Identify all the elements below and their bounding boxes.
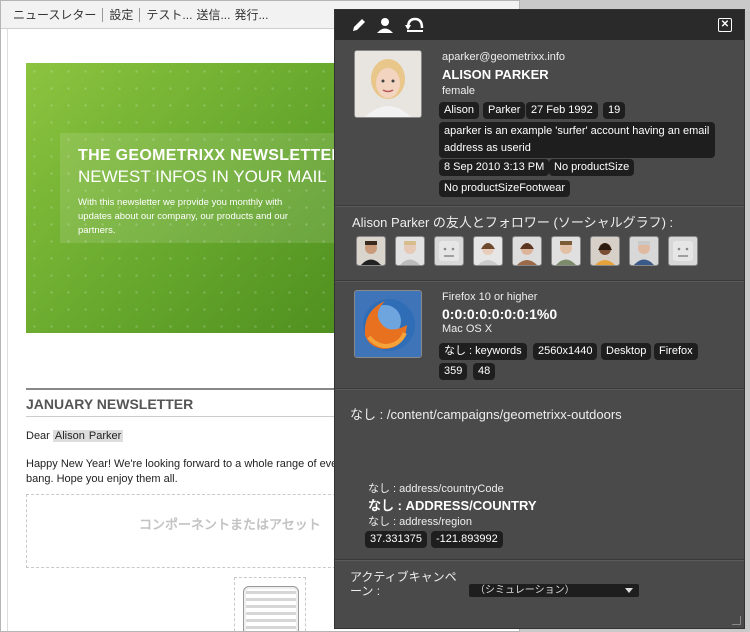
first-name-field: Alison <box>52 430 87 442</box>
banner-text: With this newsletter we provide you mont… <box>78 197 289 236</box>
publish-menu[interactable]: 発行... <box>232 6 270 23</box>
tag-date: 8 Sep 2010 3:13 PM <box>439 159 550 176</box>
chevron-down-icon <box>625 588 633 593</box>
heading-underline <box>26 416 342 417</box>
friend-avatar[interactable] <box>590 236 620 266</box>
tag-first-name: Alison <box>439 102 479 119</box>
active-campaign-label: アクティブキャンペーン : <box>350 570 457 598</box>
close-icon[interactable]: ✕ <box>718 18 732 32</box>
tag-height: 48 <box>473 363 496 380</box>
greeting[interactable]: Dear Alison Parker <box>26 430 124 442</box>
geo-country: なし : ADDRESS/COUNTRY <box>368 498 537 513</box>
browser-name: Firefox 10 or higher <box>442 291 538 303</box>
component-dropzone[interactable]: コンポーネントまたはアセット <box>26 494 356 568</box>
tag-keywords: なし : keywords <box>439 343 527 360</box>
operating-system: Mac OS X <box>442 323 493 335</box>
newsletter-menu[interactable]: ニュースレター <box>7 6 102 23</box>
dropzone-label: コンポーネントまたはアセット <box>139 517 321 532</box>
pencil-icon[interactable] <box>350 16 368 34</box>
tag-resolution: 2560x1440 <box>533 343 598 360</box>
section-divider <box>335 559 744 561</box>
campaign-select[interactable]: （シミュレーション） <box>469 584 639 597</box>
reset-icon[interactable] <box>405 16 424 34</box>
newsletter-page: THE GEOMETRIXX NEWSLETTER NEWEST INFOS I… <box>7 29 356 631</box>
campaign-select-value: （シミュレーション） <box>475 585 575 596</box>
tag-browser: Firefox <box>654 343 698 360</box>
image-placeholder[interactable] <box>234 577 306 631</box>
section-divider <box>335 388 744 390</box>
send-menu[interactable]: 送信... <box>194 6 232 23</box>
ip-address: 0:0:0:0:0:0:0:1%0 <box>442 306 558 322</box>
tag-width: 359 <box>439 363 468 380</box>
resize-grip-icon[interactable] <box>732 616 741 625</box>
banner-title: THE GEOMETRIXX NEWSLETTER <box>78 147 342 164</box>
profile-avatar <box>354 50 422 118</box>
default-avatar-icon[interactable] <box>668 236 698 266</box>
test-menu[interactable]: テスト... <box>140 6 194 23</box>
section-divider <box>335 280 744 282</box>
friend-avatar[interactable] <box>629 236 659 266</box>
tag-product-size: No productSize <box>549 159 635 176</box>
friend-avatar[interactable] <box>395 236 425 266</box>
current-page-path: なし : /content/campaigns/geometrixx-outdo… <box>350 407 622 422</box>
friend-avatar[interactable] <box>356 236 386 266</box>
profile-description: aparker is an example 'surfer' account h… <box>439 122 715 158</box>
banner-subtitle: NEWEST INFOS IN YOUR MAIL <box>78 167 327 186</box>
default-avatar-icon[interactable] <box>434 236 464 266</box>
profile-name: ALISON PARKER <box>442 67 549 82</box>
tag-birthday: 27 Feb 1992 <box>526 102 598 119</box>
newsletter-heading[interactable]: JANUARY NEWSLETTER <box>26 396 193 412</box>
geo-country-code: なし : address/countryCode <box>368 483 504 495</box>
newsletter-banner: THE GEOMETRIXX NEWSLETTER NEWEST INFOS I… <box>26 63 342 333</box>
firefox-icon <box>354 290 422 358</box>
tag-latitude: 37.331375 <box>365 531 427 548</box>
social-graph-label: Alison Parker の友人とフォロワー (ソーシャルグラフ) : <box>352 215 674 230</box>
friend-avatar[interactable] <box>473 236 503 266</box>
last-name-field: Parker <box>86 430 124 442</box>
user-icon[interactable] <box>376 16 394 34</box>
profile-gender: female <box>442 85 476 97</box>
friend-avatar[interactable] <box>551 236 581 266</box>
tag-longitude: -121.893992 <box>431 531 503 548</box>
tag-last-name: Parker <box>483 102 526 119</box>
friend-avatar[interactable] <box>512 236 542 266</box>
tag-device: Desktop <box>601 343 652 360</box>
section-divider <box>335 205 744 207</box>
tag-product-size-footwear: No productSizeFootwear <box>439 180 571 197</box>
profile-email: aparker@geometrixx.info <box>442 51 566 63</box>
greeting-word: Dear <box>26 430 50 442</box>
geo-region: なし : address/region <box>368 516 472 528</box>
newsletter-body[interactable]: Happy New Year! We're looking forward to… <box>26 457 356 487</box>
context-toolbar: ✕ <box>335 10 744 40</box>
heading-rule <box>26 388 342 390</box>
image-placeholder-icon <box>243 586 299 631</box>
client-context-panel: ✕ aparker@geometrixx.info ALISON PARKER … <box>334 9 745 629</box>
tag-age: 19 <box>603 102 626 119</box>
settings-menu[interactable]: 設定 <box>103 6 139 23</box>
